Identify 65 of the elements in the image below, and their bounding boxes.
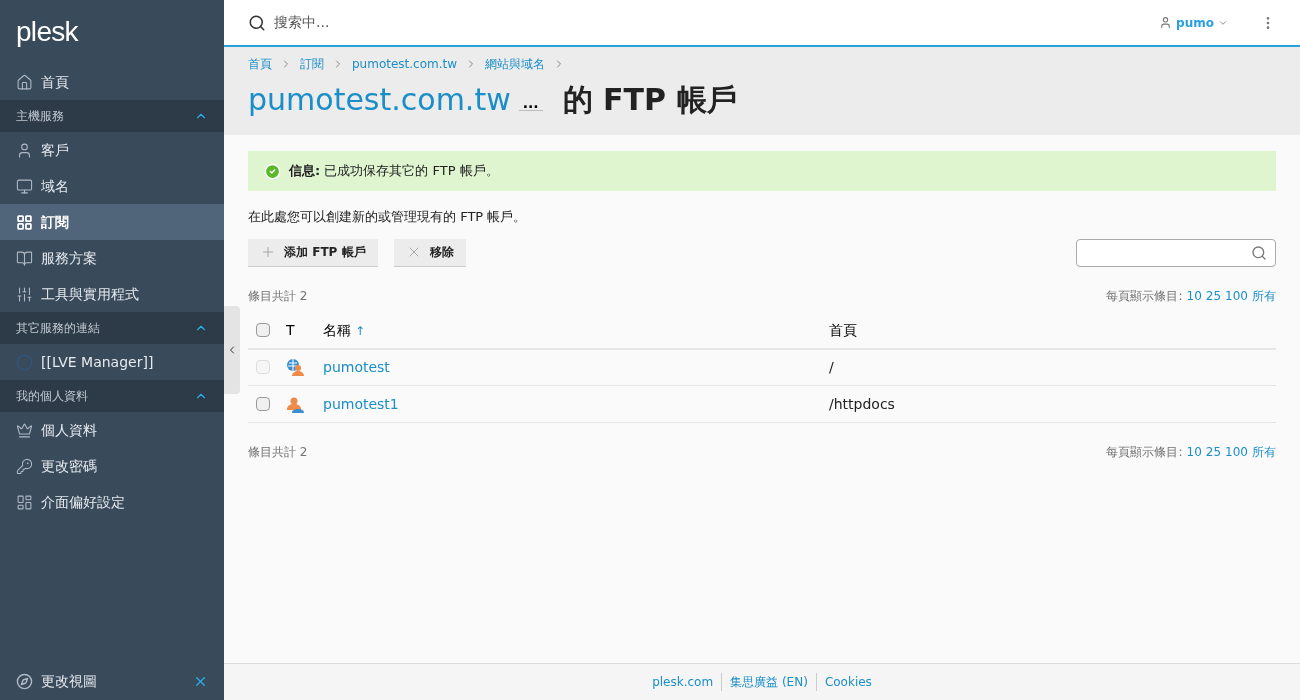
- per-page-label: 每頁顯示條目:: [1106, 287, 1183, 305]
- plus-icon: [260, 244, 276, 260]
- check-icon: [264, 162, 281, 180]
- home-icon: [16, 73, 33, 91]
- column-header[interactable]: 名稱: [323, 321, 351, 338]
- grid-icon: [16, 213, 33, 231]
- per-page-link[interactable]: 所有: [1252, 443, 1276, 461]
- per-page-link[interactable]: 100: [1225, 443, 1248, 461]
- key-icon: [16, 457, 33, 475]
- sidebar-item[interactable]: [[LVE Manager]]: [0, 344, 224, 380]
- sidebar-item[interactable]: 介面偏好設定: [0, 484, 224, 520]
- per-page-link[interactable]: 10: [1186, 443, 1202, 461]
- success-message: 信息: 已成功保存其它的 FTP 帳戶。: [248, 151, 1276, 191]
- sidebar-section[interactable]: 其它服務的連結: [0, 312, 224, 344]
- item-count: 條目共計 2: [248, 444, 308, 461]
- monitor-icon: [16, 177, 33, 195]
- per-page-label: 每頁顯示條目:: [1106, 444, 1183, 461]
- per-page-link[interactable]: 所有: [1252, 286, 1276, 305]
- sidebar-item[interactable]: 工具與實用程式: [0, 276, 224, 312]
- sliders-icon: [16, 285, 33, 303]
- crown-icon: [16, 421, 33, 439]
- sidebar-item[interactable]: 個人資料: [0, 412, 224, 448]
- close-icon[interactable]: [193, 674, 208, 689]
- per-page-link[interactable]: 10: [1186, 286, 1202, 305]
- add-button[interactable]: 添加 FTP 帳戶: [248, 238, 378, 267]
- page-title: 的 FTP 帳戶: [562, 81, 737, 119]
- table-cell: /: [829, 358, 834, 375]
- change-view-link[interactable]: 更改視圖: [41, 671, 97, 692]
- sidebar-item[interactable]: 客戶: [0, 132, 224, 168]
- search-icon: [248, 13, 266, 32]
- sidebar-section[interactable]: 我的個人資料: [0, 380, 224, 412]
- item-count: 條目共計 2: [248, 287, 308, 305]
- filter-field[interactable]: [1076, 238, 1276, 267]
- per-page-link[interactable]: 25: [1205, 443, 1222, 461]
- remove-button[interactable]: 移除: [393, 238, 466, 267]
- intro-text: 在此處您可以創建新的或管理現有的 FTP 帳戶。: [248, 208, 528, 226]
- book-icon: [16, 249, 33, 267]
- per-page-link[interactable]: 25: [1205, 286, 1222, 305]
- sidebar-item[interactable]: 服務方案: [0, 240, 224, 276]
- footer-link[interactable]: 集思廣益 (EN): [721, 673, 816, 691]
- collapse-handle[interactable]: [224, 306, 240, 394]
- search-field[interactable]: 搜索中...: [274, 12, 574, 33]
- column-header[interactable]: T: [286, 321, 295, 338]
- web-user-icon: [286, 358, 304, 377]
- column-header[interactable]: 首頁: [829, 321, 857, 338]
- select-all-checkbox[interactable]: [256, 323, 270, 337]
- row-checkbox[interactable]: [256, 397, 270, 411]
- sidebar-item[interactable]: 首頁: [0, 64, 224, 100]
- sidebar-item[interactable]: 更改密碼: [0, 448, 224, 484]
- account-link[interactable]: pumotest1: [323, 395, 399, 412]
- more-button[interactable]: ...: [518, 96, 543, 111]
- search-icon: [1251, 244, 1267, 261]
- sidebar-section[interactable]: 主機服務: [0, 100, 224, 132]
- table-cell: /httpdocs: [829, 395, 895, 412]
- logo[interactable]: plesk: [16, 11, 78, 53]
- circle-icon: [16, 353, 33, 371]
- user-icon: [286, 395, 304, 413]
- compass-icon: [16, 673, 33, 690]
- dashboard-icon: [16, 493, 33, 511]
- per-page-link[interactable]: 100: [1225, 286, 1248, 305]
- sort-indicator: ↑: [355, 323, 366, 338]
- sidebar-item[interactable]: 訂閱: [0, 204, 224, 240]
- user-icon: [16, 141, 33, 159]
- sidebar-item[interactable]: 域名: [0, 168, 224, 204]
- user-icon: [1159, 16, 1173, 29]
